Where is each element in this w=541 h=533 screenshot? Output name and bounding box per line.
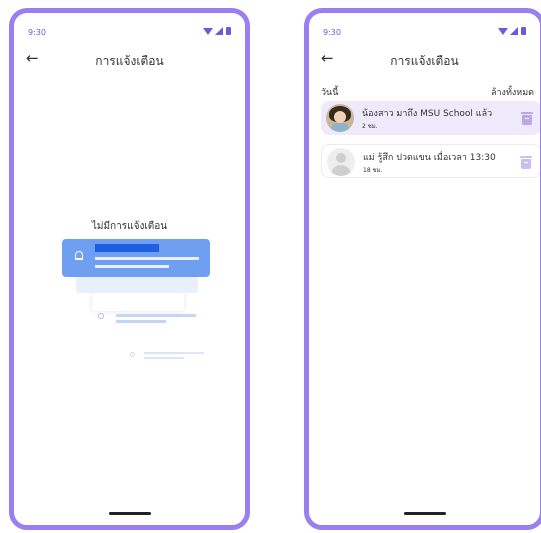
illustration-line [116,320,166,323]
trash-lid [521,112,533,114]
empty-message: ไม่มีการแจ้งเตือน [91,221,168,232]
bell-icon [75,251,83,260]
page-title: การแจ้งเตือน [390,54,459,68]
status-time: 9:30 [323,28,341,37]
illustration-line [144,357,184,359]
avatar-head [336,153,346,163]
section-header: วันนี้ ล้างทั้งหมด [321,85,534,99]
illustration-line [95,265,169,268]
notification-time: 18 ชม. [363,167,383,174]
illustration-dot [98,313,104,319]
clear-all-button[interactable]: ล้างทั้งหมด [491,85,534,99]
phone-empty-state: 9:30 ← การแจ้งเตือน ไม่มีการแจ้งเตือน [9,8,250,530]
avatar [326,104,354,132]
avatar-body [331,165,351,176]
signal-icon [510,27,518,35]
status-bar: 9:30 [28,25,233,39]
illustration-card-front [62,239,210,277]
app-bar: ← การแจ้งเตือน [309,47,540,71]
trash-icon[interactable] [520,156,532,169]
avatar-face [334,111,346,123]
app-bar: ← การแจ้งเตือน [14,47,245,71]
wifi-icon [498,28,508,35]
phone-notification-list: 9:30 ← การแจ้งเตือน วันนี้ ล้างทั้งหมด น… [304,8,541,530]
illustration-line [95,257,199,260]
trash-can [521,159,531,169]
illustration-line [144,352,204,354]
empty-illustration [62,239,212,359]
home-indicator[interactable] [108,512,151,515]
default-avatar [327,148,355,176]
wifi-icon [203,28,213,35]
trash-icon[interactable] [521,112,533,125]
illustration-line [116,314,196,317]
battery-icon [521,27,526,35]
status-icons [498,27,528,37]
trash-can [522,115,532,125]
illustration-dot [130,352,135,357]
status-time: 9:30 [28,28,46,37]
notification-message: แม่ รู้สึก ปวดแขน เมื่อเวลา 13:30 [363,153,496,163]
battery-icon [226,27,231,35]
avatar-shirt [330,123,350,132]
status-icons [203,27,233,37]
section-label-today: วันนี้ [321,88,339,98]
notification-item[interactable]: น้องสาว มาถึง MSU School แล้ว 2 ชม. [321,101,540,135]
notification-message: น้องสาว มาถึง MSU School แล้ว [362,109,493,119]
signal-icon [215,27,223,35]
page-title: การแจ้งเตือน [95,54,164,68]
status-bar: 9:30 [323,25,528,39]
home-indicator[interactable] [403,512,446,515]
notification-time: 2 ชม. [362,123,378,130]
illustration-line [95,244,159,252]
notification-item[interactable]: แม่ รู้สึก ปวดแขน เมื่อเวลา 13:30 18 ชม. [321,144,540,178]
trash-lid [520,156,532,158]
illustration-card-back [92,293,204,359]
